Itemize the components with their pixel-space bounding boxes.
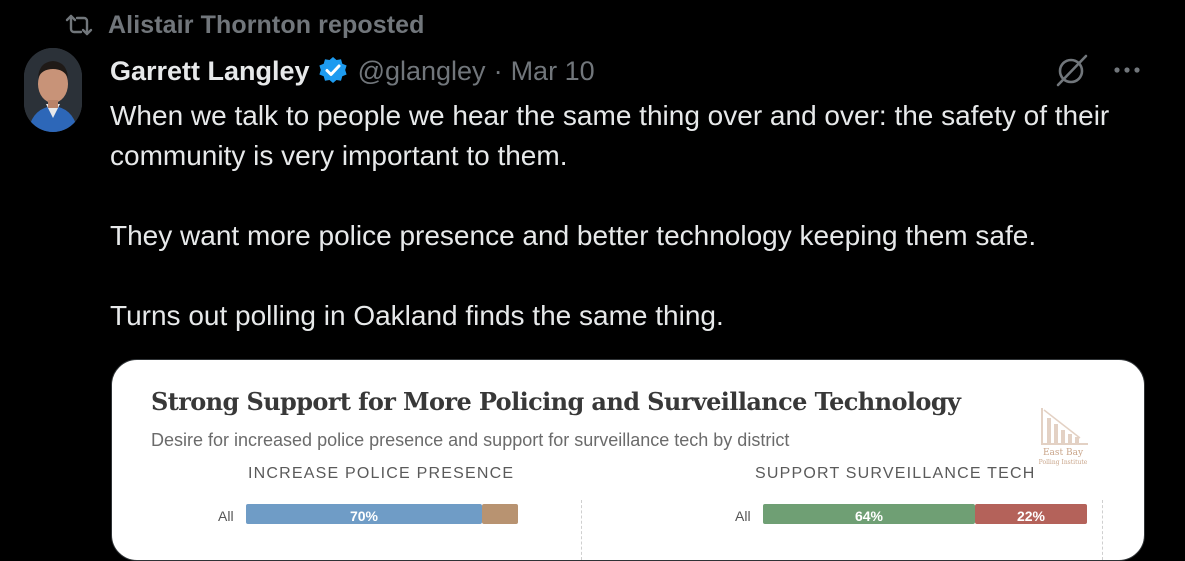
post-date[interactable]: Mar 10 (511, 56, 595, 87)
post-header: Garrett Langley @glangley · Mar 10 (110, 52, 595, 90)
section-divider (581, 500, 582, 560)
section-label-police: INCREASE POLICE PRESENCE (248, 465, 515, 482)
bar-segment: 64% (763, 504, 975, 524)
section-label-surveillance: SUPPORT SURVEILLANCE TECH (755, 465, 1036, 482)
post-paragraph: They want more police presence and bette… (110, 220, 1037, 251)
bar-value: 70% (349, 508, 379, 524)
author-handle[interactable]: @glangley (358, 56, 486, 87)
author-name[interactable]: Garrett Langley (110, 56, 310, 87)
row-label: All (735, 508, 751, 524)
repost-indicator[interactable]: Alistair Thornton reposted (62, 10, 425, 40)
more-options-icon[interactable] (1110, 55, 1144, 85)
verified-badge-icon[interactable] (318, 56, 348, 86)
bar-value: 22% (1016, 508, 1046, 524)
post-text: When we talk to people we hear the same … (110, 96, 1160, 336)
logo-watermark-text: East Bay Polling Institute (1038, 448, 1088, 466)
separator-dot: · (493, 55, 503, 86)
bar-segment: 70% (246, 504, 482, 524)
media-card[interactable]: Strong Support for More Policing and Sur… (111, 359, 1145, 561)
section-divider (1102, 500, 1103, 560)
repost-label[interactable]: Alistair Thornton reposted (108, 11, 425, 40)
grok-icon[interactable] (1054, 52, 1090, 88)
bar-segment (482, 504, 518, 524)
avatar[interactable] (24, 48, 82, 132)
post-paragraph: Turns out polling in Oakland finds the s… (110, 300, 724, 331)
repost-icon (62, 13, 96, 37)
post-paragraph: When we talk to people we hear the same … (110, 100, 1110, 171)
media-subtitle: Desire for increased police presence and… (151, 430, 790, 450)
bar-segment: 22% (975, 504, 1087, 524)
media-title: Strong Support for More Policing and Sur… (151, 387, 961, 416)
row-label: All (218, 508, 234, 524)
bar-value: 64% (854, 508, 884, 524)
